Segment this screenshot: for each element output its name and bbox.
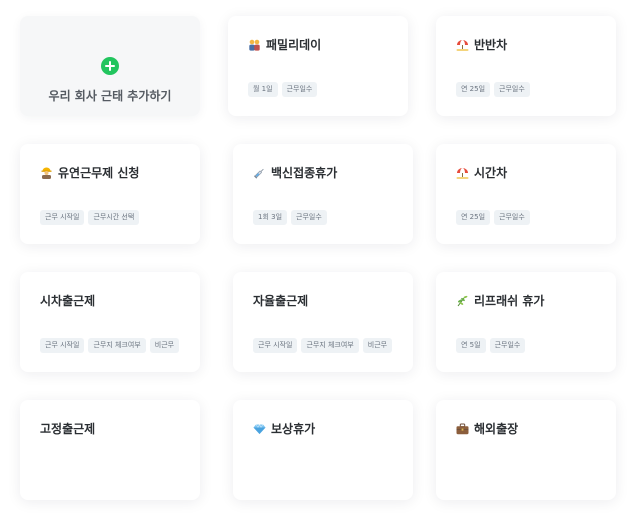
briefcase-icon [456, 423, 469, 434]
card-tags: 근무 시작일 근무지 체크여부 비근무 [40, 338, 180, 353]
card-title: 백신접종휴가 [271, 166, 338, 180]
card-tags: 연 5일 근무일수 [456, 338, 526, 353]
card-tags: 월 1일 근무일수 [248, 82, 318, 97]
attendance-card-family-day[interactable]: 패밀리데이 월 1일 근무일수 [228, 16, 408, 116]
attendance-card-compensatory-leave[interactable]: 보상휴가 [233, 400, 413, 500]
add-attendance-label: 우리 회사 근태 추가하기 [48, 89, 172, 103]
beach-umbrella-icon [456, 167, 469, 179]
card-title: 고정출근제 [40, 422, 96, 436]
beach-umbrella-icon [456, 39, 469, 51]
tag: 근무 시작일 [40, 338, 85, 353]
tag: 근무일수 [494, 82, 530, 97]
card-title: 시간차 [474, 166, 508, 180]
card-tags: 연 25일 근무일수 [456, 210, 530, 225]
gem-icon [253, 423, 266, 434]
tag: 근무일수 [494, 210, 530, 225]
family-icon [249, 39, 260, 51]
card-tags: 연 25일 근무일수 [456, 82, 530, 97]
tag: 월 1일 [248, 82, 278, 97]
worker-icon [41, 167, 52, 179]
attendance-card-vaccine-leave[interactable]: 백신접종휴가 1회 3일 근무일수 [233, 144, 413, 244]
tag: 근무지 체크여부 [88, 338, 146, 353]
tag: 근무 시작일 [40, 210, 85, 225]
card-tags: 1회 3일 근무일수 [253, 210, 327, 225]
card-title: 시차출근제 [40, 294, 96, 308]
tag: 근무 시작일 [253, 338, 298, 353]
tag: 근무일수 [291, 210, 327, 225]
attendance-card-flexible-work[interactable]: 유연근무제 신청 근무 시작일 근무시간 선택 [20, 144, 200, 244]
tag: 연 5일 [456, 338, 486, 353]
attendance-card-staggered-start[interactable]: 시차출근제 근무 시작일 근무지 체크여부 비근무 [20, 272, 200, 372]
attendance-card-refresh-leave[interactable]: 리프래쉬 휴가 연 5일 근무일수 [436, 272, 616, 372]
tag: 근무일수 [489, 338, 526, 353]
attendance-card-fixed-start[interactable]: 고정출근제 [20, 400, 200, 500]
tag: 근무시간 선택 [88, 210, 140, 225]
card-title: 유연근무제 신청 [58, 166, 140, 180]
syringe-icon [253, 168, 264, 179]
attendance-card-half-half-leave[interactable]: 반반차 연 25일 근무일수 [436, 16, 616, 116]
attendance-card-hourly-leave[interactable]: 시간차 연 25일 근무일수 [436, 144, 616, 244]
card-title: 리프래쉬 휴가 [474, 294, 545, 308]
tag: 근무일수 [281, 82, 318, 97]
tag: 연 25일 [456, 82, 491, 97]
tag: 1회 3일 [253, 210, 288, 225]
add-attendance-card[interactable]: 우리 회사 근태 추가하기 [20, 16, 200, 116]
tag: 비근무 [149, 338, 180, 353]
plus-circle-icon [101, 57, 119, 75]
card-tags: 근무 시작일 근무시간 선택 [40, 210, 140, 225]
herb-icon [457, 295, 468, 306]
tag: 비근무 [362, 338, 393, 353]
tag: 연 25일 [456, 210, 491, 225]
card-tags: 근무 시작일 근무지 체크여부 비근무 [253, 338, 393, 353]
card-title: 해외출장 [474, 422, 519, 436]
attendance-card-flex-start[interactable]: 자율출근제 근무 시작일 근무지 체크여부 비근무 [233, 272, 413, 372]
card-title: 자율출근제 [253, 294, 309, 308]
tag: 근무지 체크여부 [301, 338, 359, 353]
card-title: 반반차 [474, 38, 508, 52]
card-title: 패밀리데이 [266, 38, 322, 52]
card-title: 보상휴가 [271, 422, 316, 436]
attendance-card-overseas-trip[interactable]: 해외출장 [436, 400, 616, 500]
